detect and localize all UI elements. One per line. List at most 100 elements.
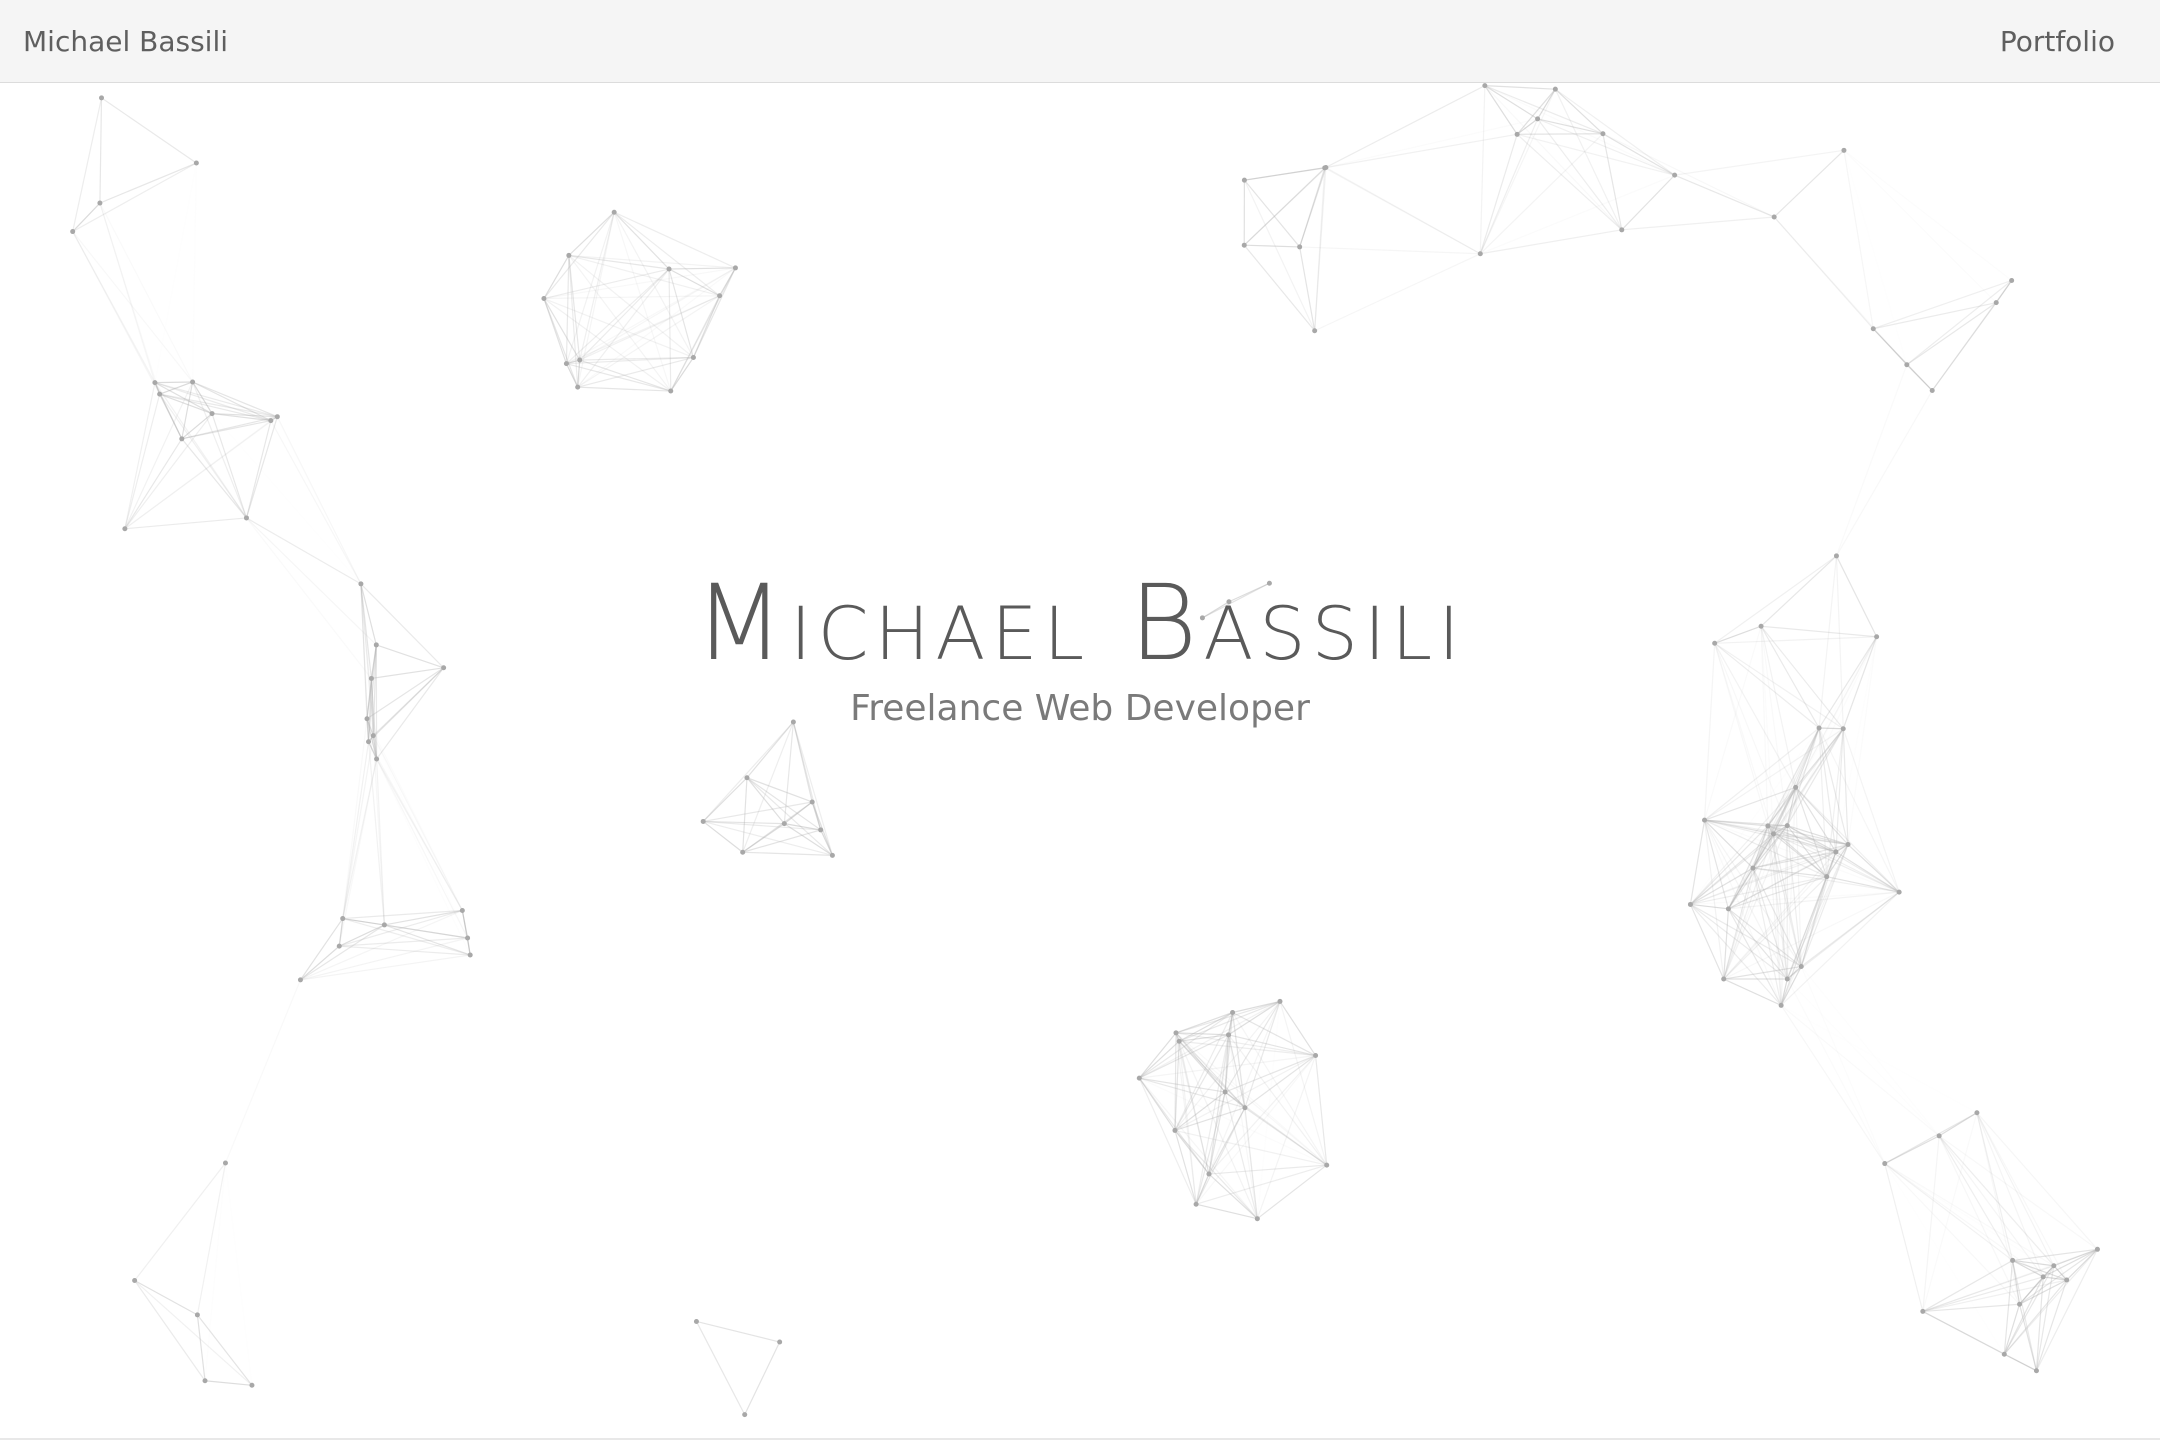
- network-node: [268, 418, 274, 424]
- network-node: [1206, 1171, 1212, 1177]
- network-node: [777, 1339, 783, 1345]
- network-node: [1687, 901, 1693, 907]
- network-node: [2001, 1351, 2007, 1357]
- network-line: [1780, 1005, 1886, 1164]
- network-line: [270, 420, 362, 585]
- network-node: [1619, 227, 1625, 233]
- network-node: [1771, 214, 1777, 220]
- network-node: [1136, 1075, 1142, 1081]
- network-node: [243, 515, 249, 521]
- network-line: [1922, 1279, 2067, 1313]
- network-line: [1835, 364, 1908, 557]
- network-line: [1801, 967, 1885, 1164]
- network-line: [124, 394, 161, 529]
- network-line: [668, 269, 672, 392]
- network-line: [669, 267, 736, 270]
- network-line: [1674, 174, 1775, 218]
- network-node: [297, 977, 303, 983]
- brand-link[interactable]: Michael Bassili: [23, 24, 228, 60]
- network-line: [1279, 1001, 1317, 1056]
- network-line: [384, 924, 468, 939]
- network-node: [1920, 1308, 1926, 1314]
- network-node: [1833, 849, 1839, 855]
- network-node: [1974, 1110, 1980, 1116]
- network-node: [1784, 823, 1790, 829]
- network-line: [1939, 1136, 2004, 1354]
- network-node: [740, 849, 746, 855]
- network-node: [1535, 116, 1541, 122]
- network-node: [2033, 1368, 2039, 1374]
- network-line: [565, 255, 570, 364]
- network-node: [1793, 784, 1799, 790]
- network-line: [124, 381, 194, 530]
- network-line: [792, 721, 833, 856]
- network-node: [1173, 1030, 1179, 1036]
- network-line: [1243, 244, 1316, 332]
- network-node: [829, 852, 835, 858]
- network-line: [2066, 1248, 2098, 1281]
- network-line: [342, 909, 463, 920]
- network-node: [222, 1160, 228, 1166]
- network-node: [1702, 817, 1708, 823]
- network-line: [72, 202, 101, 232]
- network-node: [1277, 998, 1283, 1004]
- network-line: [342, 917, 471, 956]
- network-node: [99, 95, 105, 101]
- network-line: [1325, 166, 1481, 255]
- network-node: [1721, 976, 1727, 982]
- network-line: [742, 721, 794, 853]
- network-line: [1195, 1203, 1258, 1220]
- network-line: [1279, 1001, 1328, 1166]
- network-line: [1835, 390, 1933, 557]
- network-line: [1843, 149, 2013, 281]
- network-node: [1929, 388, 1935, 394]
- network-line: [1976, 1112, 2021, 1305]
- network-line: [1621, 174, 1676, 231]
- network-line: [1938, 1135, 2014, 1261]
- network-line: [1480, 174, 1675, 255]
- network-node: [1770, 831, 1776, 837]
- network-line: [543, 295, 720, 300]
- network-line: [1325, 85, 1486, 169]
- network-node: [1552, 86, 1558, 92]
- nav-link-portfolio[interactable]: Portfolio: [2000, 24, 2115, 60]
- network-line: [101, 97, 197, 164]
- network-line: [196, 1162, 227, 1315]
- network-line: [225, 1163, 251, 1385]
- network-line: [72, 97, 103, 232]
- network-line: [1884, 1135, 1940, 1165]
- network-node: [1312, 328, 1318, 334]
- network-line: [1801, 967, 1939, 1136]
- network-node: [1824, 874, 1830, 880]
- network-line: [1208, 1173, 1258, 1220]
- network-node: [1882, 1161, 1888, 1167]
- network-line: [1326, 119, 1538, 168]
- network-line: [1602, 133, 1675, 176]
- network-lines: [70, 83, 2100, 1418]
- network-line: [742, 851, 833, 856]
- network-line: [613, 212, 672, 392]
- network-node: [563, 361, 569, 367]
- network-line: [1801, 967, 1977, 1113]
- network-node: [742, 1412, 748, 1418]
- network-line: [1244, 244, 1300, 248]
- network-node: [152, 380, 158, 386]
- network-node: [1936, 1133, 1942, 1139]
- network-line: [99, 97, 103, 204]
- network-node: [190, 379, 196, 385]
- network-node: [2051, 1263, 2057, 1269]
- network-node: [2064, 1277, 2070, 1283]
- network-node: [1241, 242, 1247, 248]
- network-line: [1976, 1112, 2098, 1250]
- network-node: [818, 827, 824, 833]
- network-line: [1314, 167, 1327, 331]
- network-node: [732, 265, 738, 271]
- network-line: [811, 801, 822, 831]
- network-line: [1299, 246, 1481, 255]
- network-line: [1195, 1091, 1226, 1205]
- network-node: [1778, 1002, 1784, 1008]
- network-line: [134, 1162, 226, 1281]
- network-line: [1690, 903, 1788, 980]
- network-node: [1870, 326, 1876, 332]
- network-node: [575, 384, 581, 390]
